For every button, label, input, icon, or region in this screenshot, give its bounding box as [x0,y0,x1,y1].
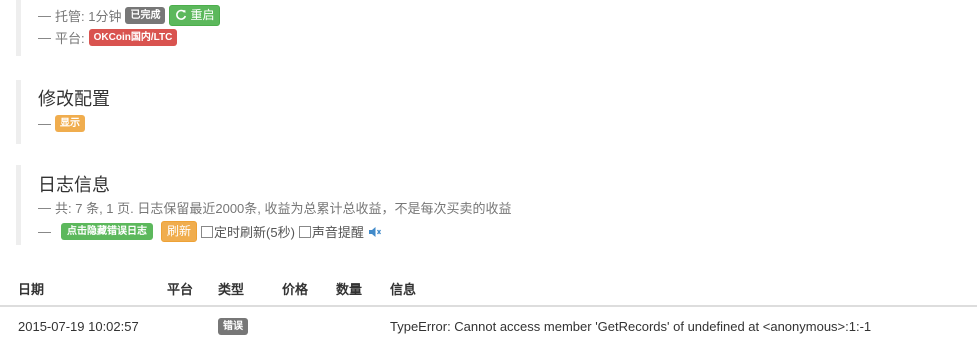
hosting-state-badge: 已完成 [125,6,166,24]
log-table: 日期 平台 类型 价格 数量 信息 2015-07-19 10:02:57 错误… [0,273,977,339]
hosting-label: 托管: 1分钟 [55,8,122,24]
cell-platform [151,306,204,339]
sound-option: 声音提醒 [298,222,364,241]
auto-refresh-checkbox[interactable] [201,225,214,238]
header-info: 信息 [374,273,977,307]
sound-checkbox[interactable] [298,225,311,238]
auto-refresh-label: 定时刷新(5秒) [214,225,295,240]
config-row: — 显示 [38,115,110,132]
header-amount: 数量 [320,273,374,307]
restart-label: 重启 [190,7,215,22]
header-date: 日期 [0,273,151,307]
cell-date: 2015-07-19 10:02:57 [0,306,151,339]
cell-amount [320,306,374,339]
cell-price [266,306,320,339]
refresh-icon [176,9,187,20]
refresh-button[interactable]: 刷新 [161,221,198,242]
config-title: 修改配置 [38,89,110,109]
platform-badge: OKCoin国内/LTC [88,28,178,46]
platform-label: 平台: [55,30,85,46]
refresh-label: 刷新 [167,224,192,238]
hide-error-logs-button[interactable]: 点击隐藏错误日志 [61,223,153,240]
sound-label: 声音提醒 [311,225,364,240]
table-row: 2015-07-19 10:02:57 错误 TypeError: Cannot… [0,306,977,339]
table-header-row: 日期 平台 类型 价格 数量 信息 [0,273,977,307]
hosting-row: — 托管: 1分钟 已完成 重启 [38,0,221,30]
log-controls-row: — 点击隐藏错误日志 刷新 定时刷新(5秒) 声音提醒 [38,221,512,242]
platform-row: — 平台: OKCoin国内/LTC [38,28,220,46]
show-config-button[interactable]: 显示 [55,115,85,132]
robot-page: — 托管: 1分钟 已完成 重启 — 平台: OKCoin国内/LTC 修改配置… [0,0,977,339]
error-type-badge: 错误 [218,318,248,335]
auto-refresh-option: 定时刷新(5秒) [201,222,295,241]
header-type: 类型 [204,273,266,307]
cell-type: 错误 [204,306,266,339]
header-platform: 平台 [151,273,204,307]
config-section: 修改配置 — 显示 [16,80,110,144]
cell-info: TypeError: Cannot access member 'GetReco… [374,306,977,339]
log-summary: 共: 7 条, 1 页. 日志保留最近2000条, 收益为总累计总收益，不是每次… [55,201,512,216]
header-price: 价格 [266,273,320,307]
log-section: 日志信息 — 共: 7 条, 1 页. 日志保留最近2000条, 收益为总累计总… [16,165,512,245]
log-summary-row: — 共: 7 条, 1 页. 日志保留最近2000条, 收益为总累计总收益，不是… [38,200,512,216]
speaker-icon[interactable] [368,226,382,238]
status-section: — 托管: 1分钟 已完成 重启 — 平台: OKCoin国内/LTC [16,0,221,56]
log-title: 日志信息 [38,175,110,195]
restart-button[interactable]: 重启 [169,4,221,26]
